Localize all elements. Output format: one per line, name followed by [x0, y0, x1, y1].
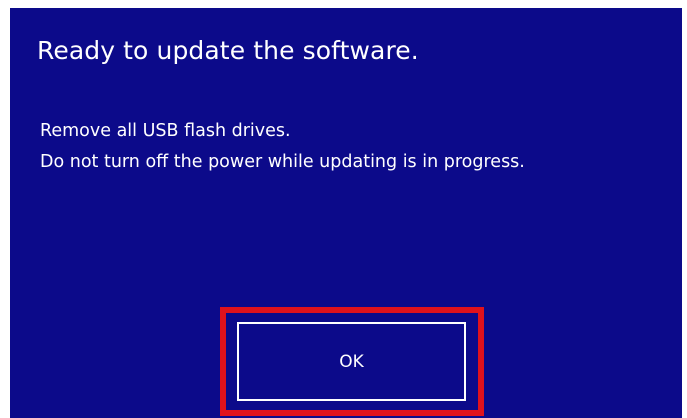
ok-button[interactable]: OK	[237, 322, 466, 401]
dialog-title: Ready to update the software.	[37, 36, 419, 65]
message-line-power: Do not turn off the power while updating…	[40, 152, 525, 172]
update-dialog: Ready to update the software. Remove all…	[10, 8, 682, 418]
message-line-usb: Remove all USB flash drives.	[40, 121, 291, 141]
dialog-message: Remove all USB flash drives. Do not turn…	[40, 116, 525, 178]
screen-frame: Ready to update the software. Remove all…	[0, 0, 687, 418]
